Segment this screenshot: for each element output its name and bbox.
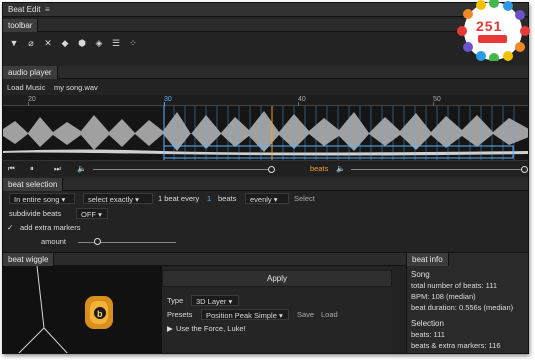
beats-volume-track[interactable] — [351, 169, 525, 170]
scope-value: In entire song — [14, 195, 60, 204]
window-titlebar: Beat Edit ≡ — [3, 3, 528, 17]
waveform — [3, 106, 528, 160]
tab-beat-selection[interactable]: beat selection — [3, 178, 64, 191]
one-beat-every-label: 1 beat every — [158, 194, 200, 203]
distribution-dropdown[interactable]: evenly ▾ — [245, 193, 289, 204]
progress-knob[interactable] — [268, 166, 275, 173]
beat-count-field[interactable]: 1 — [207, 193, 211, 204]
apply-button[interactable]: Apply — [162, 270, 392, 287]
skip-forward-icon[interactable]: ⏭ — [54, 163, 61, 174]
volume-icon[interactable]: 🔈 — [77, 163, 86, 174]
extra-markers-checkbox[interactable]: ✓ — [7, 222, 13, 233]
wiggle-properties: Apply Type 3D Layer ▾ Presets Position P… — [162, 266, 392, 353]
subdivide-value: OFF — [81, 210, 96, 219]
ruler-label: 50 — [433, 96, 441, 103]
selection-beats: beats: 111 — [411, 330, 445, 339]
speaker-icon[interactable]: 🔈 — [336, 163, 345, 174]
file-name: my song.wav — [54, 83, 98, 92]
selection-section-title: Selection — [411, 319, 444, 328]
ruler-label: 30 — [164, 96, 172, 103]
toolbar-header: toolbar — [3, 19, 528, 32]
load-button[interactable]: Load — [321, 309, 338, 320]
waveform-display[interactable] — [3, 106, 528, 160]
transport-bar: ⏮ ⏸ ⏭ 🔈 beats 🔈 — [3, 160, 528, 176]
song-section-title: Song — [411, 270, 430, 279]
distribution-value: evenly — [250, 195, 272, 204]
preview-axes: b — [18, 266, 113, 353]
subdivide-dropdown[interactable]: OFF ▾ — [76, 208, 108, 219]
scope-dropdown[interactable]: In entire song ▾ — [9, 193, 75, 204]
badge-logo: 251 — [452, 0, 535, 63]
beat-info-content: Song total number of beats: 111 BPM: 108… — [411, 270, 528, 350]
presets-label: Presets — [167, 310, 193, 319]
beats-volume-knob[interactable] — [521, 166, 528, 173]
select-button[interactable]: Select — [294, 193, 315, 204]
audio-player-header: audio player — [3, 66, 528, 79]
tab-beat-info[interactable]: beat info — [407, 253, 449, 266]
force-label: Use the Force, Luke! — [176, 324, 246, 333]
pause-icon[interactable]: ⏸ — [30, 163, 34, 174]
beat-info-panel: beat info Song total number of beats: 11… — [406, 253, 528, 353]
amount-label: amount — [41, 237, 67, 246]
dots-icon[interactable]: ⁘ — [127, 37, 139, 49]
badge-number: 251 — [476, 18, 503, 34]
beats-label: beats — [310, 164, 329, 173]
type-dropdown[interactable]: 3D Layer ▾ — [191, 295, 239, 306]
load-music-button[interactable]: Load Music — [7, 82, 45, 93]
selection-extra-markers: beats & extra markers: 116 — [411, 341, 501, 350]
beat-selection-header: beat selection — [3, 178, 528, 191]
marker-clear-icon[interactable]: ✕ — [42, 37, 54, 49]
progress-track[interactable] — [93, 169, 273, 170]
wiggle-preview: b — [3, 266, 162, 353]
hamburger-icon[interactable]: ≡ — [45, 5, 50, 14]
total-beats: total number of beats: 111 — [411, 281, 498, 290]
beat-duration: beat duration: 0.556s (median) — [411, 303, 514, 312]
window-title: Beat Edit — [8, 5, 41, 14]
marker-down-icon[interactable]: ▼ — [8, 37, 20, 49]
beat-edit-window: Beat Edit ≡ toolbar ▼ ⌀ ✕ ◆ ⬢ ◈ ☰ ⁘ audio playe… — [2, 2, 529, 354]
svg-text:b: b — [97, 309, 103, 319]
amount-knob[interactable] — [94, 238, 101, 245]
ruler-label: 40 — [298, 96, 306, 103]
type-value: 3D Layer — [196, 297, 227, 306]
presets-value: Position Peak Simple — [206, 311, 277, 320]
skip-back-icon[interactable]: ⏮ — [8, 163, 15, 174]
marker-shield-icon[interactable]: ◆ — [59, 37, 71, 49]
force-disclosure-icon[interactable]: ▶ — [167, 323, 173, 334]
marker-cut-icon[interactable]: ⌀ — [25, 37, 37, 49]
subdivide-label: subdivide beats — [9, 209, 62, 218]
tab-beat-wiggle[interactable]: beat wiggle — [3, 253, 55, 266]
timeline-ruler[interactable]: 20 30 40 50 — [3, 95, 528, 106]
beat-wiggle-header: beat wiggle — [3, 253, 406, 266]
tab-toolbar[interactable]: toolbar — [3, 19, 39, 32]
save-button[interactable]: Save — [297, 309, 314, 320]
marker-back-icon[interactable]: ◈ — [93, 37, 105, 49]
type-label: Type — [167, 296, 184, 305]
select-mode-dropdown[interactable]: select exactly ▾ — [83, 193, 153, 204]
extra-markers-label: add extra markers — [20, 223, 81, 232]
select-mode-value: select exactly — [88, 195, 134, 204]
lines-icon[interactable]: ☰ — [110, 37, 122, 49]
tab-audio-player[interactable]: audio player — [3, 66, 58, 79]
beats-unit-label: beats — [218, 194, 237, 203]
presets-dropdown[interactable]: Position Peak Simple ▾ — [201, 309, 289, 320]
ruler-label: 20 — [28, 96, 36, 103]
marker-select-icon[interactable]: ⬢ — [76, 37, 88, 49]
bpm: BPM: 108 (median) — [411, 292, 476, 301]
amount-track[interactable] — [78, 242, 176, 243]
